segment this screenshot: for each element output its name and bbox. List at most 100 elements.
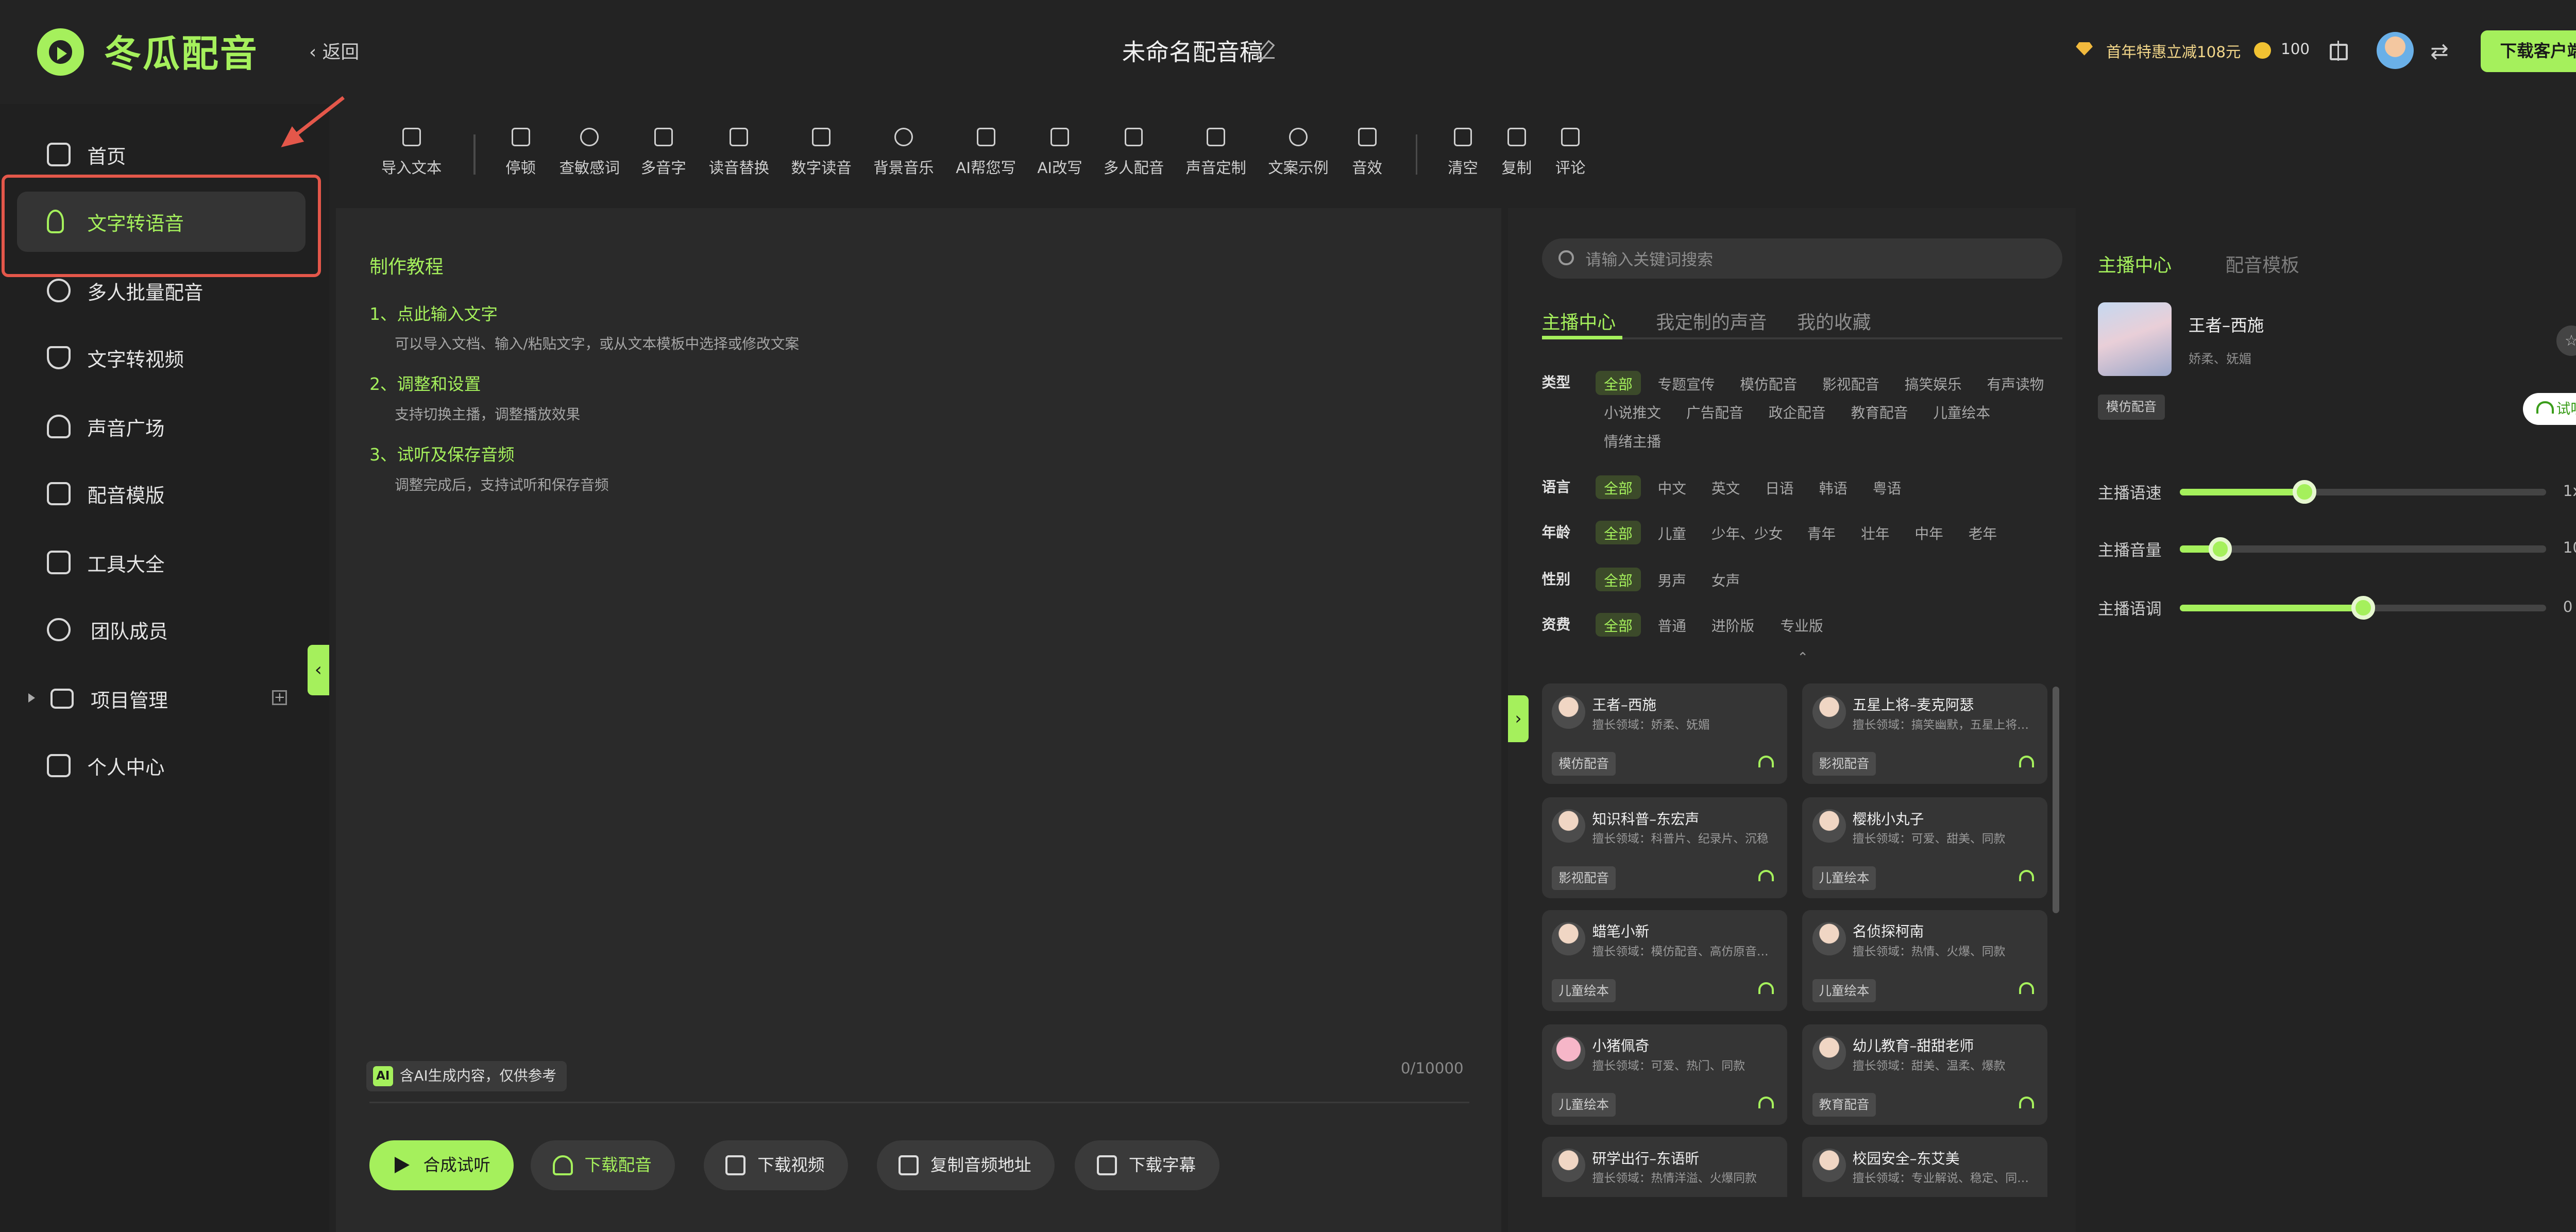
voice-card[interactable]: 五星上将–麦克阿瑟 擅长领域：搞笑幽默，五星上将… 影视配音 <box>1802 683 2047 784</box>
voice-card[interactable]: 校园安全–东艾美 擅长领域：专业解说、稳定、同… <box>1802 1137 2047 1197</box>
filter-chip[interactable]: 粤语 <box>1873 477 1901 498</box>
headphone-icon[interactable] <box>2019 982 2034 994</box>
expand-arrow-icon[interactable] <box>28 693 36 703</box>
volume-slider[interactable] <box>2180 537 2547 561</box>
filter-chip[interactable]: 少年、少女 <box>1711 522 1783 543</box>
filter-chip[interactable]: 进阶版 <box>1711 614 1754 635</box>
tool-voice-custom[interactable]: 声音定制 <box>1174 127 1258 178</box>
tab-anchor-center[interactable]: 主播中心 <box>1542 307 1616 334</box>
pitch-slider[interactable] <box>2180 596 2547 620</box>
filter-chip[interactable]: 搞笑娱乐 <box>1905 373 1962 393</box>
text-editor[interactable]: 制作教程 1、点此输入文字 可以导入文档、输入/粘贴文字，或从文本模板中选择或修… <box>336 208 1502 1232</box>
headphone-icon[interactable] <box>2019 1096 2034 1108</box>
slider-knob[interactable] <box>2208 537 2232 561</box>
filter-chip[interactable]: 女声 <box>1711 569 1740 590</box>
collapse-sidebar-button[interactable]: ‹ <box>307 644 329 695</box>
filter-chip[interactable]: 影视配音 <box>1822 373 1879 393</box>
gift-icon[interactable] <box>2329 40 2348 61</box>
tab-anchor-center[interactable]: 主播中心 <box>2098 250 2172 277</box>
filter-chip[interactable]: 普通 <box>1658 614 1686 635</box>
tool-multi-voice[interactable]: 多人配音 <box>1092 127 1176 178</box>
voice-card[interactable]: 樱桃小丸子 擅长领域：可爱、甜美、同款 儿童绘本 <box>1802 797 2047 899</box>
favorite-star-icon[interactable]: ☆ <box>2556 326 2576 356</box>
filter-chip[interactable]: 教育配音 <box>1851 401 1908 422</box>
headphone-icon[interactable] <box>1758 982 1774 994</box>
sidebar-item-templates[interactable]: 配音模版 <box>0 464 329 524</box>
tab-custom-voices[interactable]: 我定制的声音 <box>1656 307 1767 334</box>
tool-comment[interactable]: 评论 <box>1529 127 1613 178</box>
filter-chip[interactable]: 全部 <box>1595 567 1641 592</box>
filter-chip[interactable]: 有声读物 <box>1987 373 2044 393</box>
filter-chip[interactable]: 全部 <box>1595 612 1641 637</box>
download-subtitle-button[interactable]: 下载字幕 <box>1075 1140 1219 1191</box>
sidebar-item-team[interactable]: 团队成员 <box>0 600 329 660</box>
sidebar-item-projects[interactable]: 项目管理 + <box>0 668 329 728</box>
promo-link[interactable]: 首年特惠立减108元 <box>2106 40 2241 62</box>
headphone-icon[interactable] <box>1758 1096 1774 1108</box>
tool-polyphone[interactable]: 多音字 <box>621 127 705 178</box>
download-audio-button[interactable]: 下载配音 <box>531 1140 675 1191</box>
synthesize-button[interactable]: 合成试听 <box>369 1140 514 1191</box>
filter-chip[interactable]: 广告配音 <box>1686 401 1743 422</box>
filter-chip[interactable]: 全部 <box>1595 475 1641 500</box>
edit-title-icon[interactable] <box>1258 42 1275 59</box>
add-project-icon[interactable]: + <box>272 690 287 706</box>
voice-card[interactable]: 知识科普–东宏声 擅长领域：科普片、纪录片、沉稳 影视配音 <box>1541 797 1787 899</box>
switch-icon[interactable]: ⇄ <box>2430 39 2449 64</box>
filter-chip[interactable]: 全部 <box>1595 371 1641 395</box>
headphone-icon[interactable] <box>1758 755 1774 767</box>
filter-chip[interactable]: 男声 <box>1658 569 1686 590</box>
sidebar-item-profile[interactable]: 个人中心 <box>0 735 329 796</box>
download-video-button[interactable]: 下载视频 <box>703 1140 849 1191</box>
filter-chip[interactable]: 小说推文 <box>1604 401 1661 422</box>
filter-chip[interactable]: 英文 <box>1711 477 1740 498</box>
filter-chip[interactable]: 情绪主播 <box>1604 430 1661 451</box>
filter-chip[interactable]: 韩语 <box>1819 477 1848 498</box>
trial-listen-button[interactable]: 试听 <box>2522 392 2576 425</box>
back-button[interactable]: ‹ 返回 <box>309 37 359 64</box>
filter-chip[interactable]: 儿童绘本 <box>1933 401 1990 422</box>
filter-chip[interactable]: 专业版 <box>1781 614 1823 635</box>
filter-chip[interactable]: 青年 <box>1807 522 1836 543</box>
filter-chip[interactable]: 老年 <box>1969 522 1997 543</box>
tool-sensitive-words[interactable]: 查敏感词 <box>548 127 632 178</box>
voice-card[interactable]: 蜡笔小新 擅长领域：模仿配音、高仿原音… 儿童绘本 <box>1541 910 1787 1011</box>
voice-card[interactable]: 名侦探柯南 擅长领域：热情、火爆、同款 儿童绘本 <box>1802 910 2047 1011</box>
tab-dubbing-template[interactable]: 配音模板 <box>2225 250 2299 277</box>
filter-chip[interactable]: 中年 <box>1914 522 1943 543</box>
sidebar-item-text-to-video[interactable]: 文字转视频 <box>0 328 329 388</box>
voice-card[interactable]: 研学出行–东语昕 擅长领域：热情洋溢、火爆同款 <box>1541 1137 1787 1197</box>
tool-pronunciation-replace[interactable]: 读音替换 <box>697 127 781 178</box>
speed-slider[interactable] <box>2180 480 2547 504</box>
headphone-icon[interactable] <box>2019 869 2034 882</box>
slider-knob[interactable] <box>2351 596 2375 620</box>
expand-panel-button[interactable]: › <box>1508 695 1529 742</box>
user-avatar[interactable] <box>2376 31 2414 69</box>
filter-chip[interactable]: 全部 <box>1595 520 1641 545</box>
collapse-filters-icon[interactable]: ⌃ <box>1797 650 1808 665</box>
filter-chip[interactable]: 壮年 <box>1861 522 1889 543</box>
voice-search-input[interactable]: 请输入关键词搜索 <box>1541 238 2063 279</box>
voice-card[interactable]: 幼儿教育–甜甜老师 擅长领域：甜美、温柔、爆款 教育配音 <box>1802 1024 2047 1125</box>
voice-card[interactable]: 小猪佩奇 擅长领域：可爱、热门、同款 儿童绘本 <box>1541 1024 1787 1125</box>
tool-sound-effects[interactable]: 音效 <box>1325 127 1409 178</box>
headphone-icon[interactable] <box>2019 755 2034 767</box>
headphone-icon[interactable] <box>1758 869 1774 882</box>
tool-background-music[interactable]: 背景音乐 <box>861 127 945 178</box>
tool-number-reading[interactable]: 数字读音 <box>779 127 863 178</box>
filter-chip[interactable]: 政企配音 <box>1769 401 1826 422</box>
sidebar-item-tools[interactable]: 工具大全 <box>0 532 329 592</box>
filter-chip[interactable]: 中文 <box>1658 477 1686 498</box>
filter-chip[interactable]: 专题宣传 <box>1658 373 1715 393</box>
filter-chip[interactable]: 日语 <box>1765 477 1793 498</box>
sidebar-item-voice-square[interactable]: 声音广场 <box>0 396 329 456</box>
voice-card[interactable]: 王者–西施 擅长领域：娇柔、妩媚 模仿配音 <box>1541 683 1787 784</box>
download-client-button[interactable]: 下载客户端 <box>2481 30 2576 73</box>
tool-import-text[interactable]: 导入文本 <box>369 127 453 178</box>
slider-knob[interactable] <box>2293 480 2316 504</box>
scrollbar[interactable] <box>2052 687 2059 914</box>
filter-chip[interactable]: 儿童 <box>1658 522 1686 543</box>
copy-audio-url-button[interactable]: 复制音频地址 <box>876 1140 1055 1191</box>
filter-chip[interactable]: 模仿配音 <box>1740 373 1797 393</box>
tab-favorites[interactable]: 我的收藏 <box>1797 307 1871 334</box>
